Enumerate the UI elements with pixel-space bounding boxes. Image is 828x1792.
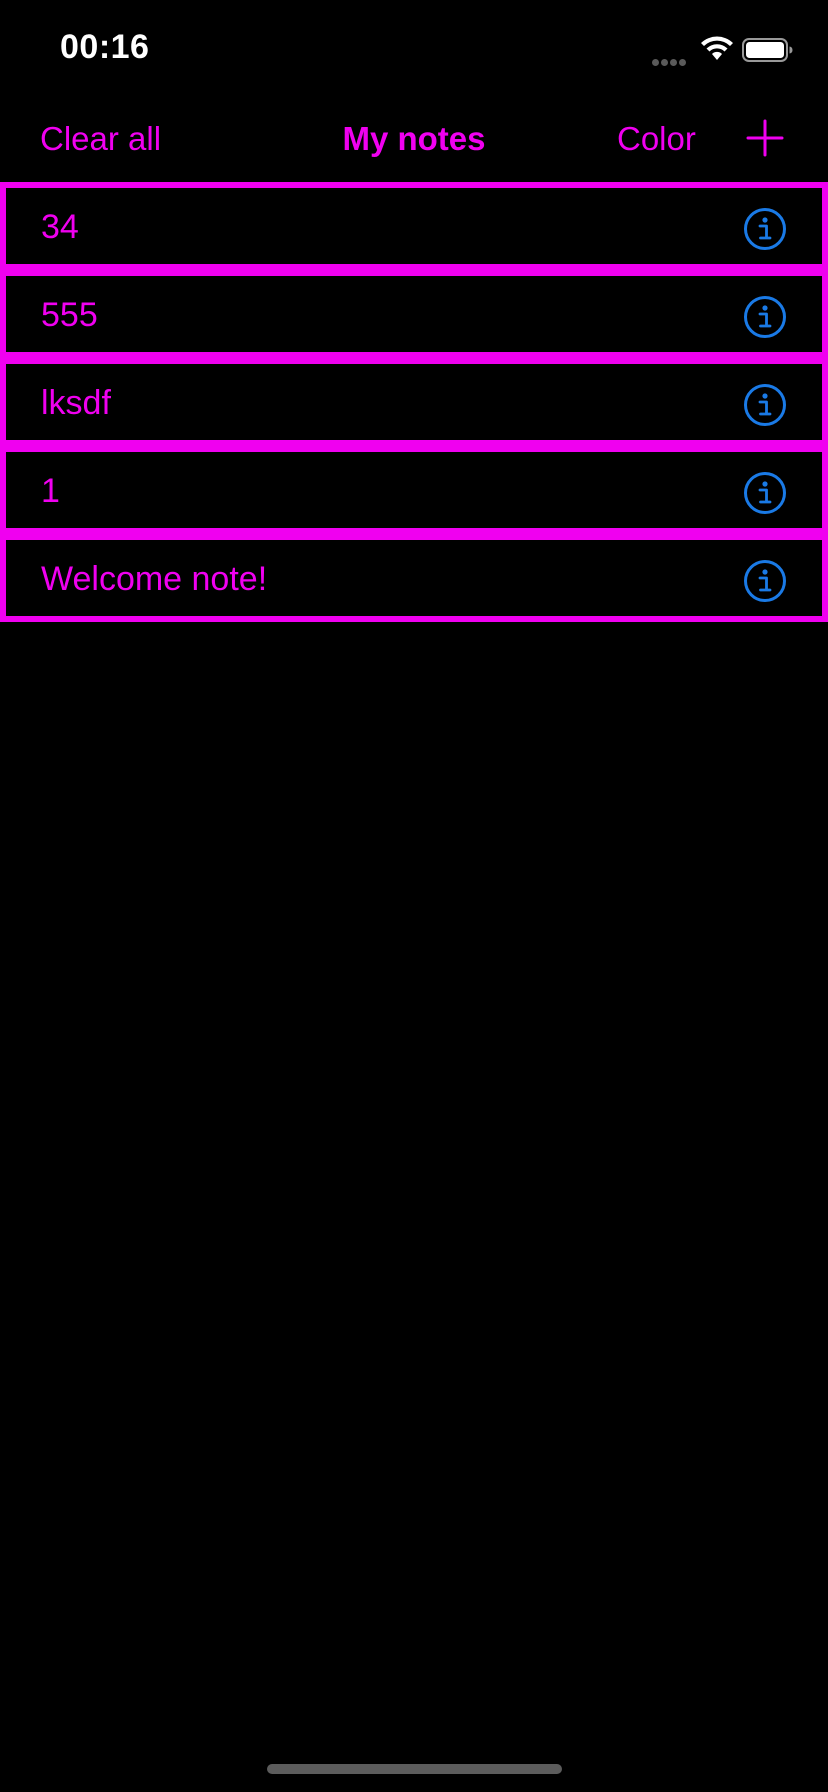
signal-icon bbox=[652, 53, 690, 66]
note-title: 34 bbox=[41, 208, 79, 246]
battery-icon bbox=[742, 38, 793, 62]
info-icon[interactable] bbox=[743, 383, 787, 427]
note-row[interactable]: 34 bbox=[0, 182, 828, 270]
info-icon[interactable] bbox=[743, 559, 787, 603]
info-icon[interactable] bbox=[743, 295, 787, 339]
notes-list: 34 555 lksdf 1 Welcome note! bbox=[0, 182, 828, 622]
note-row[interactable]: lksdf bbox=[0, 358, 828, 446]
note-row[interactable]: 1 bbox=[0, 446, 828, 534]
plus-icon[interactable] bbox=[745, 118, 785, 158]
status-time: 00:16 bbox=[60, 28, 150, 66]
note-row[interactable]: Welcome note! bbox=[0, 534, 828, 622]
info-icon[interactable] bbox=[743, 207, 787, 251]
info-icon[interactable] bbox=[743, 471, 787, 515]
note-title: 1 bbox=[41, 472, 60, 510]
status-bar: 00:16 bbox=[0, 0, 828, 100]
note-row[interactable]: 555 bbox=[0, 270, 828, 358]
note-title: lksdf bbox=[41, 384, 111, 422]
wifi-icon bbox=[701, 36, 733, 60]
page-title: My notes bbox=[342, 120, 486, 157]
color-button[interactable]: Color bbox=[617, 120, 696, 158]
note-title: Welcome note! bbox=[41, 560, 268, 598]
navigation-bar: Clear all My notes Color bbox=[0, 100, 828, 182]
home-indicator bbox=[267, 1764, 562, 1774]
note-title: 555 bbox=[41, 296, 98, 334]
